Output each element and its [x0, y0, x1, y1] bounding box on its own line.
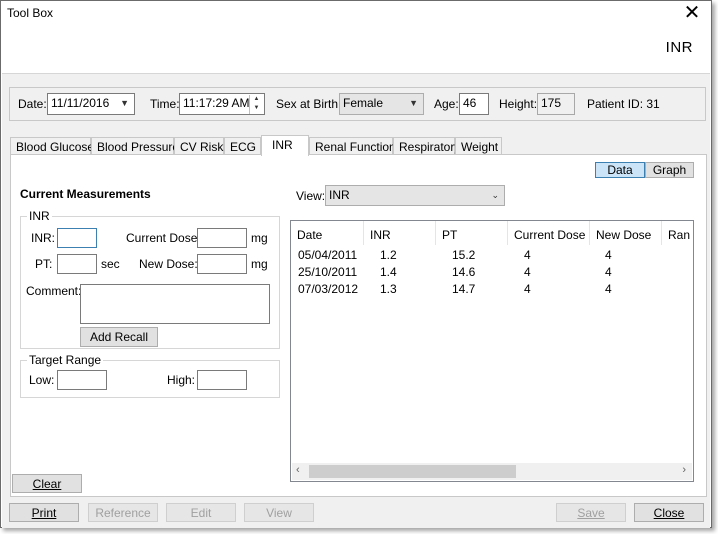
cell-new-dose: 4: [605, 248, 612, 262]
tab-ecg[interactable]: ECG: [224, 137, 261, 155]
print-button-label: Print: [31, 506, 57, 520]
tab-renal-function[interactable]: Renal Function: [309, 137, 396, 155]
tab-inr[interactable]: INR: [261, 135, 309, 156]
view-label: View:: [296, 189, 326, 203]
tab-blood-pressure[interactable]: Blood Pressure: [91, 137, 179, 155]
date-label: Date:: [18, 97, 47, 111]
sex-select[interactable]: Female ▼: [339, 93, 424, 115]
clear-button-label: Clear: [32, 477, 62, 491]
inr-input[interactable]: [57, 228, 97, 248]
cell-current-dose: 4: [524, 282, 531, 296]
new-dose-input[interactable]: [197, 254, 247, 274]
cell-new-dose: 4: [605, 265, 612, 279]
column-header-new-dose[interactable]: New Dose: [590, 221, 662, 245]
height-field: 175: [537, 93, 575, 115]
age-value: 46: [463, 96, 477, 110]
scroll-right-icon[interactable]: ›: [682, 464, 686, 476]
time-label: Time:: [150, 97, 180, 111]
low-label: Low:: [29, 373, 55, 387]
cell-date: 07/03/2012: [298, 282, 359, 296]
cell-current-dose: 4: [524, 265, 531, 279]
data-view-button[interactable]: Data: [595, 162, 645, 178]
close-button-label: Close: [653, 506, 685, 520]
patient-id: Patient ID: 31: [587, 97, 660, 111]
view-button[interactable]: View: [244, 503, 314, 522]
reference-button[interactable]: Reference: [88, 503, 158, 522]
date-value: 11/11/2016: [51, 96, 110, 110]
cell-date: 25/10/2011: [298, 265, 358, 279]
pt-input[interactable]: [57, 254, 97, 274]
edit-button[interactable]: Edit: [166, 503, 236, 522]
date-picker[interactable]: 11/11/2016 ▼: [47, 93, 135, 115]
new-dose-unit: mg: [251, 257, 268, 271]
clear-button[interactable]: Clear: [12, 474, 82, 493]
sex-value: Female: [343, 96, 384, 110]
horizontal-scrollbar[interactable]: ‹ ›: [292, 463, 692, 480]
cell-inr: 1.2: [380, 248, 397, 262]
cell-pt: 14.7: [452, 282, 476, 296]
save-button[interactable]: Save: [556, 503, 626, 522]
scroll-left-icon[interactable]: ‹: [296, 464, 300, 476]
height-label: Height:: [499, 97, 538, 111]
cell-current-dose: 4: [524, 248, 531, 262]
high-input[interactable]: [197, 370, 247, 390]
chevron-down-icon: ▼: [409, 98, 418, 108]
pt-unit: sec: [101, 257, 120, 271]
tab-weight[interactable]: Weight: [455, 137, 502, 155]
cell-pt: 14.6: [452, 265, 476, 279]
page-header: INR: [665, 39, 693, 56]
current-dose-input[interactable]: [197, 228, 247, 248]
spinner-icon[interactable]: ▲ ▼: [249, 95, 263, 114]
save-button-label: Save: [577, 506, 605, 520]
column-header-inr[interactable]: INR: [364, 221, 436, 245]
graph-view-button[interactable]: Graph: [645, 162, 694, 178]
view-value: INR: [329, 188, 350, 202]
cell-new-dose: 4: [605, 282, 612, 296]
print-button[interactable]: Print: [9, 503, 79, 522]
current-dose-label: Current Dose:: [126, 231, 201, 245]
current-measurements-title: Current Measurements: [20, 187, 151, 201]
height-value: 175: [541, 96, 562, 110]
chevron-down-icon: ▼: [120, 98, 129, 108]
tab-blood-glucose[interactable]: Blood Glucose: [10, 137, 94, 155]
pt-label: PT:: [35, 257, 53, 271]
add-recall-button[interactable]: Add Recall: [80, 327, 158, 347]
comment-label: Comment:: [26, 284, 82, 298]
close-icon[interactable]: ✕: [681, 2, 703, 24]
column-header-date[interactable]: Date: [291, 221, 364, 245]
scrollbar-thumb[interactable]: [309, 465, 516, 478]
high-label: High:: [167, 373, 196, 387]
current-dose-unit: mg: [251, 231, 268, 245]
comment-textarea[interactable]: [80, 284, 270, 324]
tab-respiratory[interactable]: Respiratory: [393, 137, 460, 155]
patient-info-bar: Date: 11/11/2016 ▼ Time: 11:17:29 AM ▲ ▼ …: [9, 87, 706, 121]
cell-inr: 1.4: [380, 265, 397, 279]
time-value: 11:17:29 AM: [183, 96, 250, 110]
tab-cv-risk[interactable]: CV Risk: [174, 137, 224, 155]
new-dose-label: New Dose:: [139, 257, 198, 271]
chevron-down-icon: ⌄: [491, 190, 499, 200]
age-label: Age:: [434, 97, 459, 111]
cell-inr: 1.3: [380, 282, 397, 296]
window-title: Tool Box: [7, 6, 54, 20]
column-header-pt[interactable]: PT: [436, 221, 508, 245]
cell-date: 05/04/2011: [298, 248, 358, 262]
close-button[interactable]: Close: [634, 503, 704, 522]
inr-group-title: INR: [27, 209, 52, 223]
inr-history-table[interactable]: Date INR PT Current Dose New Dose Ran 05…: [290, 220, 694, 482]
age-input[interactable]: 46: [459, 93, 489, 115]
toolbox-window: Tool Box ✕ INR Date: 11/11/2016 ▼ Time: …: [0, 0, 712, 528]
view-select[interactable]: INR ⌄: [325, 185, 505, 206]
column-header-current-dose[interactable]: Current Dose: [508, 221, 590, 245]
column-header-range[interactable]: Ran: [662, 221, 693, 245]
target-range-title: Target Range: [27, 353, 104, 367]
time-input[interactable]: 11:17:29 AM ▲ ▼: [179, 93, 265, 115]
sex-label: Sex at Birth:: [276, 97, 342, 111]
inr-label: INR:: [31, 231, 55, 245]
low-input[interactable]: [57, 370, 107, 390]
cell-pt: 15.2: [452, 248, 476, 262]
